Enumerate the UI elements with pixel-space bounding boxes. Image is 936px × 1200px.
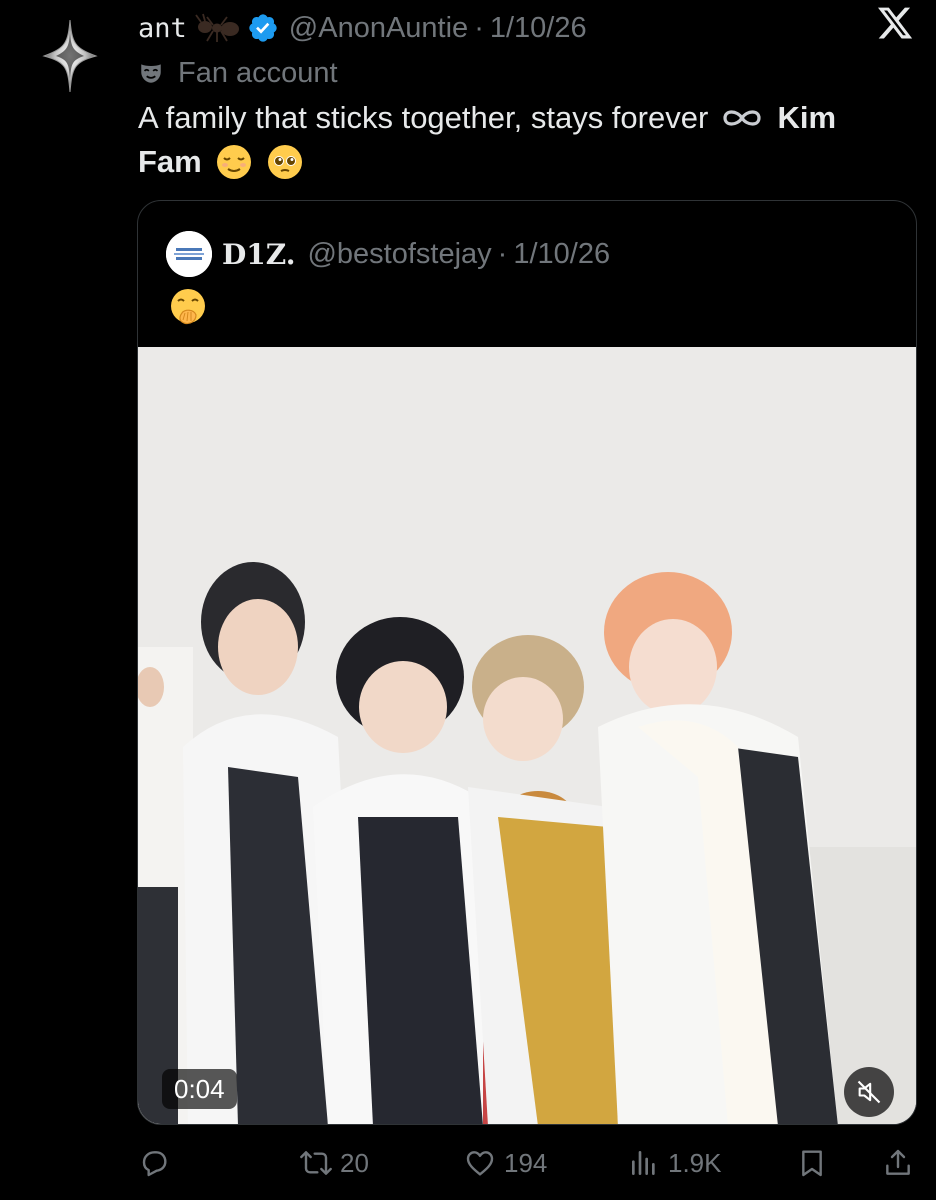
x-logo-icon[interactable] (876, 4, 914, 42)
quoted-author-avatar[interactable] (166, 231, 212, 277)
repost-count: 20 (340, 1147, 369, 1178)
pleading-face-emoji-icon (268, 144, 302, 179)
quoted-separator-dot: · (497, 237, 508, 270)
bookmark-icon (802, 1150, 822, 1177)
share-icon (886, 1149, 910, 1175)
account-label-text: Fan account (178, 56, 338, 89)
quoted-author-name[interactable]: D1Z. (222, 238, 295, 271)
separator-dot: · (474, 11, 484, 44)
bookmark-button[interactable] (796, 1140, 828, 1186)
mask-icon (141, 64, 161, 83)
quoted-author-handle[interactable]: @bestofstejay (307, 238, 491, 271)
reply-button[interactable] (138, 1140, 178, 1186)
repost-icon (300, 1151, 332, 1175)
tweet-date[interactable]: 1/10/26 (490, 12, 587, 45)
sparkle-avatar-icon[interactable] (42, 18, 98, 94)
author-handle[interactable]: @AnonAuntie (289, 12, 468, 45)
quoted-tweet[interactable]: D1Z. @bestofstejay · 1/10/26 0:04 (137, 200, 917, 1125)
quoted-tweet-header: D1Z. @bestofstejay · 1/10/26 (166, 231, 610, 277)
action-bar: 20 194 1.9K (138, 1140, 918, 1186)
views-chart-icon (632, 1151, 655, 1175)
heart-icon (466, 1151, 494, 1176)
tweet-text-bold-2: Fam (138, 144, 202, 179)
quoted-tweet-date[interactable]: 1/10/26 (513, 238, 610, 271)
tweet-text: A family that sticks together, stays for… (138, 96, 918, 184)
account-label: Fan account (138, 54, 338, 92)
tweet-text-main: A family that sticks together, stays for… (138, 100, 709, 135)
video-timestamp: 0:04 (162, 1069, 237, 1109)
ant-emoji-icon (195, 13, 239, 42)
author-name[interactable]: ant (138, 13, 187, 44)
views-button[interactable]: 1.9K (628, 1140, 722, 1186)
repost-button[interactable]: 20 (300, 1140, 369, 1186)
speaker-muted-icon (857, 1080, 881, 1104)
infinity-icon (723, 110, 761, 126)
mute-button[interactable] (844, 1067, 894, 1117)
quoted-avatar-logo-icon (166, 231, 212, 277)
reply-icon (142, 1151, 167, 1177)
tweet-text-bold-1: Kim (777, 100, 837, 135)
video-frame-image (138, 347, 916, 1124)
views-count: 1.9K (668, 1147, 722, 1178)
share-button[interactable] (882, 1140, 914, 1186)
relieved-face-emoji-icon (217, 144, 252, 179)
verified-badge-icon[interactable] (247, 12, 279, 44)
like-button[interactable]: 194 (464, 1140, 547, 1186)
like-count: 194 (504, 1147, 548, 1178)
hand-over-mouth-emoji-icon (171, 289, 205, 325)
quoted-video[interactable]: 0:04 (138, 347, 916, 1124)
tweet-header: ant @AnonAuntie · 1/10/26 (138, 8, 906, 48)
